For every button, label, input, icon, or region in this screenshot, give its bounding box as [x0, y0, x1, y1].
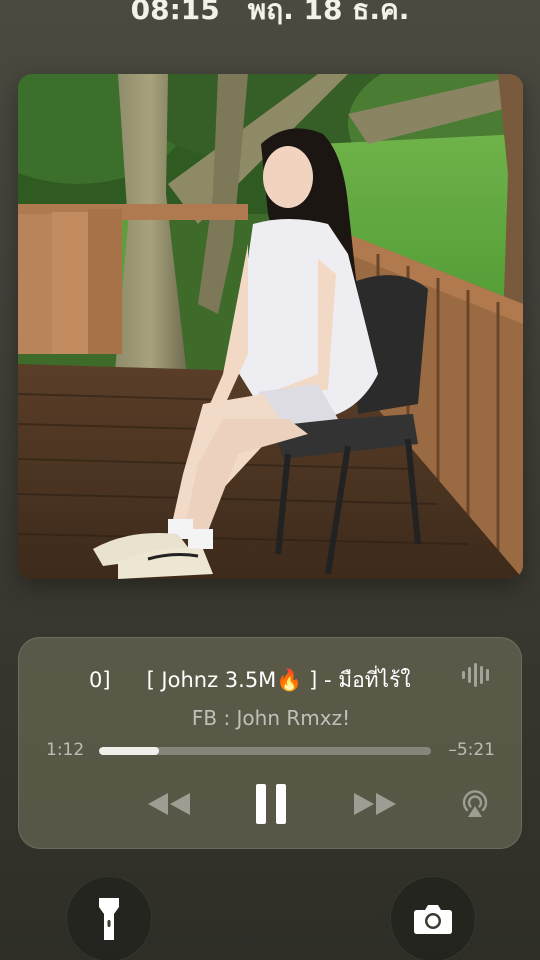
album-artwork[interactable]	[18, 74, 523, 579]
track-artist: FB : John Rmxz!	[191, 706, 351, 730]
now-playing-widget: 0] [ Johnz 3.5M🔥 ] - มือที่ไร้ใ FB : John…	[18, 637, 522, 849]
fast-forward-button[interactable]	[347, 781, 403, 827]
remaining-time: –5:21	[448, 740, 495, 760]
airplay-button[interactable]	[457, 781, 493, 827]
elapsed-time: 1:12	[46, 740, 85, 760]
playback-progress-fill	[99, 747, 159, 755]
pause-button[interactable]	[247, 781, 295, 827]
track-title: 0] [ Johnz 3.5M🔥 ] - มือที่ไร้ใ	[39, 664, 469, 697]
flashlight-icon	[99, 898, 119, 940]
track-title-lead: 0]	[89, 668, 111, 692]
camera-icon	[414, 905, 452, 934]
lock-screen: 08:15 พฤ. 18 ธ.ค. 0] [Johnz 3.5M🔥] - ม…	[0, 0, 540, 960]
track-title-main: [ Johnz 3.5M🔥 ] - มือที่ไร้ใ	[146, 668, 411, 692]
pause-icon	[256, 784, 286, 824]
rewind-button[interactable]	[141, 781, 197, 827]
fast-forward-icon	[354, 793, 396, 815]
flashlight-button[interactable]	[66, 876, 152, 960]
clock-time: 08:15	[130, 0, 220, 26]
playback-scrubber[interactable]	[99, 747, 431, 755]
album-artwork-photo	[18, 74, 523, 579]
audio-waveform-icon	[462, 663, 489, 687]
rewind-icon	[148, 793, 190, 815]
clock-date: พฤ. 18 ธ.ค.	[247, 0, 410, 26]
lock-screen-clock: 08:15 พฤ. 18 ธ.ค.	[0, 0, 540, 32]
airplay-icon	[462, 790, 488, 817]
camera-button[interactable]	[390, 876, 476, 960]
